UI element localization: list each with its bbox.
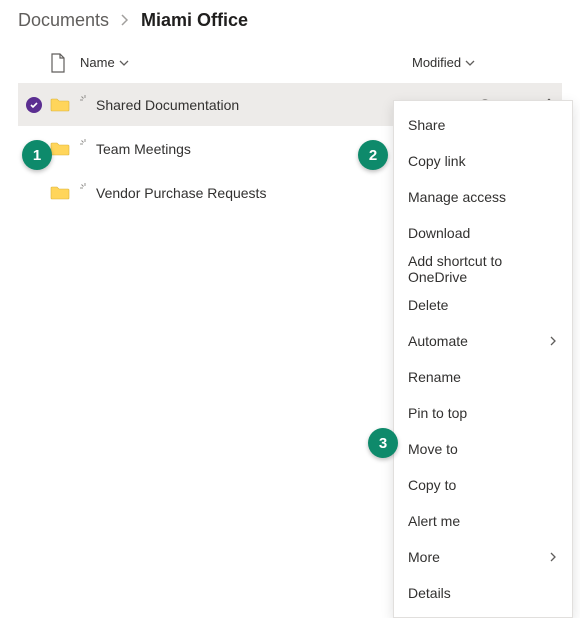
- context-menu-item-label: Copy link: [408, 153, 466, 169]
- tutorial-callout: 1: [22, 140, 52, 170]
- breadcrumb-root[interactable]: Documents: [18, 10, 109, 31]
- context-menu-item[interactable]: Delete: [394, 287, 572, 323]
- context-menu-item[interactable]: Move to: [394, 431, 572, 467]
- context-menu-item[interactable]: Add shortcut to OneDrive: [394, 251, 572, 287]
- row-select[interactable]: [18, 97, 50, 113]
- context-menu-item-label: Delete: [408, 297, 448, 313]
- tutorial-callout: 3: [368, 428, 398, 458]
- context-menu-item-label: Move to: [408, 441, 458, 457]
- breadcrumb-current: Miami Office: [141, 10, 248, 31]
- context-menu-item[interactable]: Rename: [394, 359, 572, 395]
- context-menu-item[interactable]: Copy to: [394, 467, 572, 503]
- row-name[interactable]: Team Meetings: [96, 141, 191, 157]
- chevron-down-icon: [465, 58, 475, 68]
- row-type-icon: [50, 141, 80, 157]
- tutorial-callout: 2: [358, 140, 388, 170]
- context-menu-item-label: Pin to top: [408, 405, 467, 421]
- context-menu-item[interactable]: Download: [394, 215, 572, 251]
- context-menu: Share Copy link Manage access Download Add s…: [393, 100, 573, 618]
- context-menu-item-label: Share: [408, 117, 445, 133]
- context-menu-item[interactable]: Copy link: [394, 143, 572, 179]
- chevron-right-icon: [119, 10, 131, 31]
- context-menu-item[interactable]: Manage access: [394, 179, 572, 215]
- context-menu-item-label: Copy to: [408, 477, 456, 493]
- context-menu-item-label: Add shortcut to OneDrive: [408, 253, 558, 285]
- row-name[interactable]: Vendor Purchase Requests: [96, 185, 266, 201]
- selected-check-icon[interactable]: [26, 97, 42, 113]
- link-indicator-icon: [80, 183, 90, 193]
- row-name[interactable]: Shared Documentation: [96, 97, 239, 113]
- context-menu-item-label: Manage access: [408, 189, 506, 205]
- row-type-icon: [50, 185, 80, 201]
- file-icon: [50, 53, 66, 73]
- context-menu-item-label: Rename: [408, 369, 461, 385]
- chevron-right-icon: [548, 336, 558, 346]
- row-type-icon: [50, 97, 80, 113]
- context-menu-item-label: Download: [408, 225, 470, 241]
- col-header-modified[interactable]: Modified: [412, 55, 562, 70]
- context-menu-item[interactable]: Automate: [394, 323, 572, 359]
- context-menu-item-label: More: [408, 549, 440, 565]
- context-menu-item-label: Alert me: [408, 513, 460, 529]
- context-menu-item[interactable]: Pin to top: [394, 395, 572, 431]
- context-menu-item[interactable]: Alert me: [394, 503, 572, 539]
- chevron-down-icon: [119, 58, 129, 68]
- context-menu-item-label: Automate: [408, 333, 468, 349]
- context-menu-item[interactable]: Details: [394, 575, 572, 611]
- link-indicator-icon: [80, 95, 90, 105]
- folder-icon: [50, 185, 70, 201]
- breadcrumb: Documents Miami Office: [0, 0, 580, 43]
- list-header: Name Modified: [18, 43, 562, 83]
- folder-icon: [50, 141, 70, 157]
- chevron-right-icon: [548, 552, 558, 562]
- context-menu-item[interactable]: More: [394, 539, 572, 575]
- context-menu-item-label: Details: [408, 585, 451, 601]
- context-menu-item[interactable]: Share: [394, 107, 572, 143]
- link-indicator-icon: [80, 139, 90, 149]
- col-header-name-label: Name: [80, 55, 115, 70]
- col-header-name[interactable]: Name: [80, 55, 129, 70]
- col-type-icon: [50, 53, 80, 73]
- folder-icon: [50, 97, 70, 113]
- col-header-modified-label: Modified: [412, 55, 461, 70]
